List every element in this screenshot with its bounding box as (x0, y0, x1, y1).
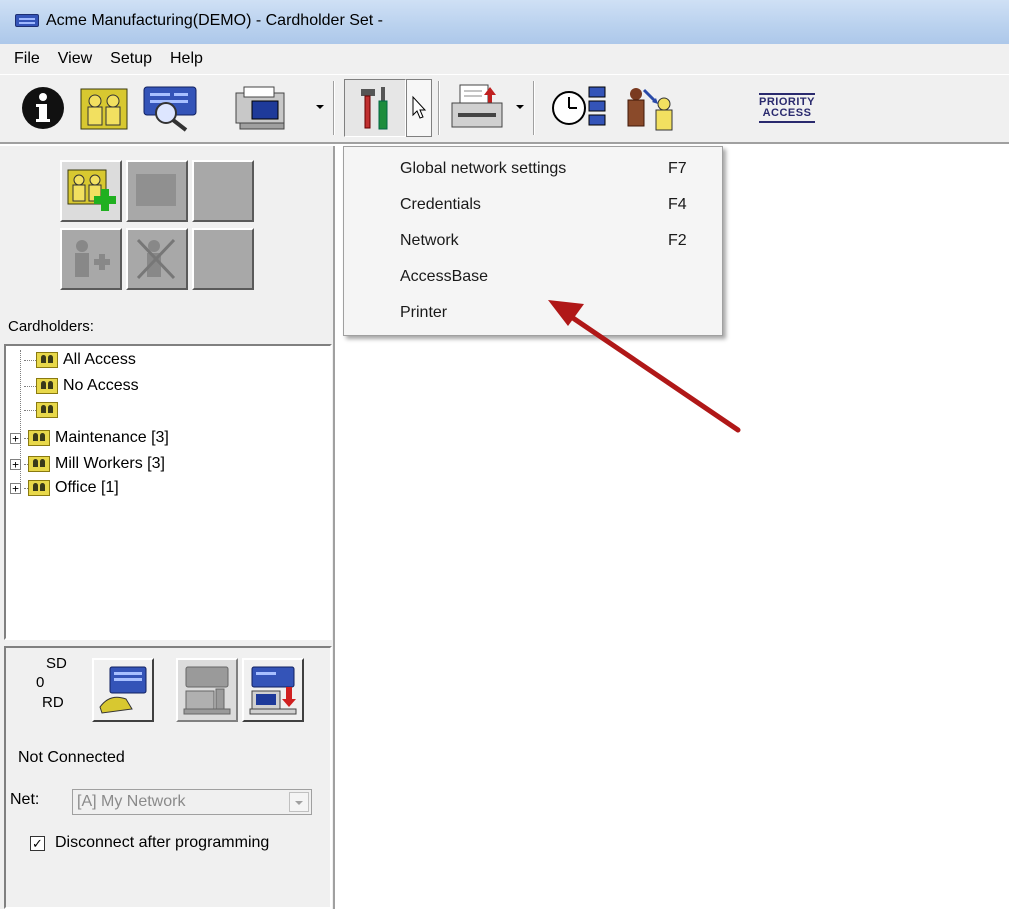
annotation-arrow (548, 300, 741, 433)
